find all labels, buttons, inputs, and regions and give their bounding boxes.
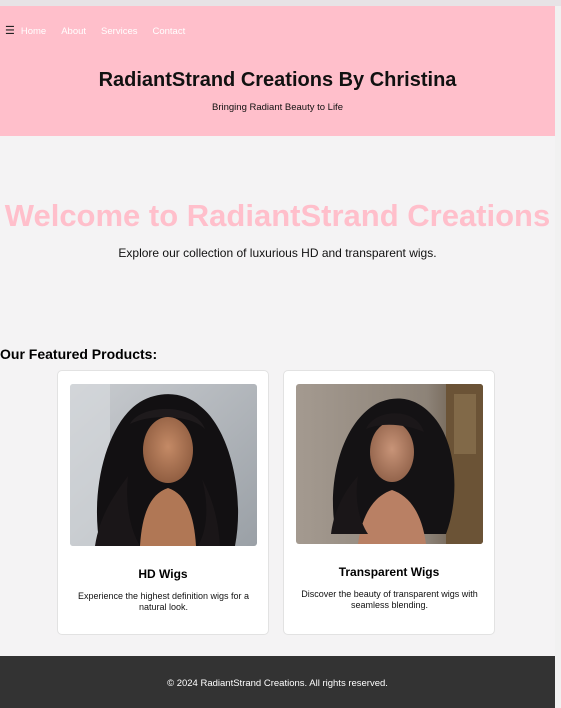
page: ☰ Home About Services Contact RadiantStr… <box>0 6 555 708</box>
featured-products-heading: Our Featured Products: <box>0 346 158 362</box>
copyright-text: © 2024 RadiantStrand Creations. All righ… <box>167 678 388 689</box>
nav-about-link[interactable]: About <box>61 26 86 37</box>
nav-home-link[interactable]: Home <box>21 26 46 37</box>
site-title: RadiantStrand Creations By Christina <box>98 69 457 91</box>
main-nav: ☰ Home About Services Contact <box>5 26 200 38</box>
product-card-transparent-wigs[interactable]: Transparent Wigs Discover the beauty of … <box>283 370 495 635</box>
hero-subtitle: Explore our collection of luxurious HD a… <box>118 246 437 260</box>
hd-wig-photo-illustration <box>70 384 257 546</box>
transparent-wig-product-image[interactable] <box>296 384 483 544</box>
nav-contact-link[interactable]: Contact <box>152 26 185 37</box>
site-footer: © 2024 RadiantStrand Creations. All righ… <box>0 656 555 708</box>
hamburger-icon[interactable]: ☰ <box>5 26 15 37</box>
hero-title: Welcome to RadiantStrand Creations <box>4 198 551 233</box>
page-scrollbar[interactable] <box>555 6 561 708</box>
site-header: ☰ Home About Services Contact RadiantStr… <box>0 6 555 136</box>
product-description: Experience the highest definition wigs f… <box>77 591 250 612</box>
nav-services-link[interactable]: Services <box>101 26 137 37</box>
site-tagline: Bringing Radiant Beauty to Life <box>212 102 343 113</box>
product-description: Discover the beauty of transparent wigs … <box>301 589 478 610</box>
product-title: Transparent Wigs <box>338 565 440 579</box>
hd-wig-product-image[interactable] <box>70 384 257 546</box>
product-title: HD Wigs <box>138 567 188 581</box>
transparent-wig-photo-illustration <box>296 384 483 544</box>
product-card-hd-wigs[interactable]: HD Wigs Experience the highest definitio… <box>57 370 269 635</box>
